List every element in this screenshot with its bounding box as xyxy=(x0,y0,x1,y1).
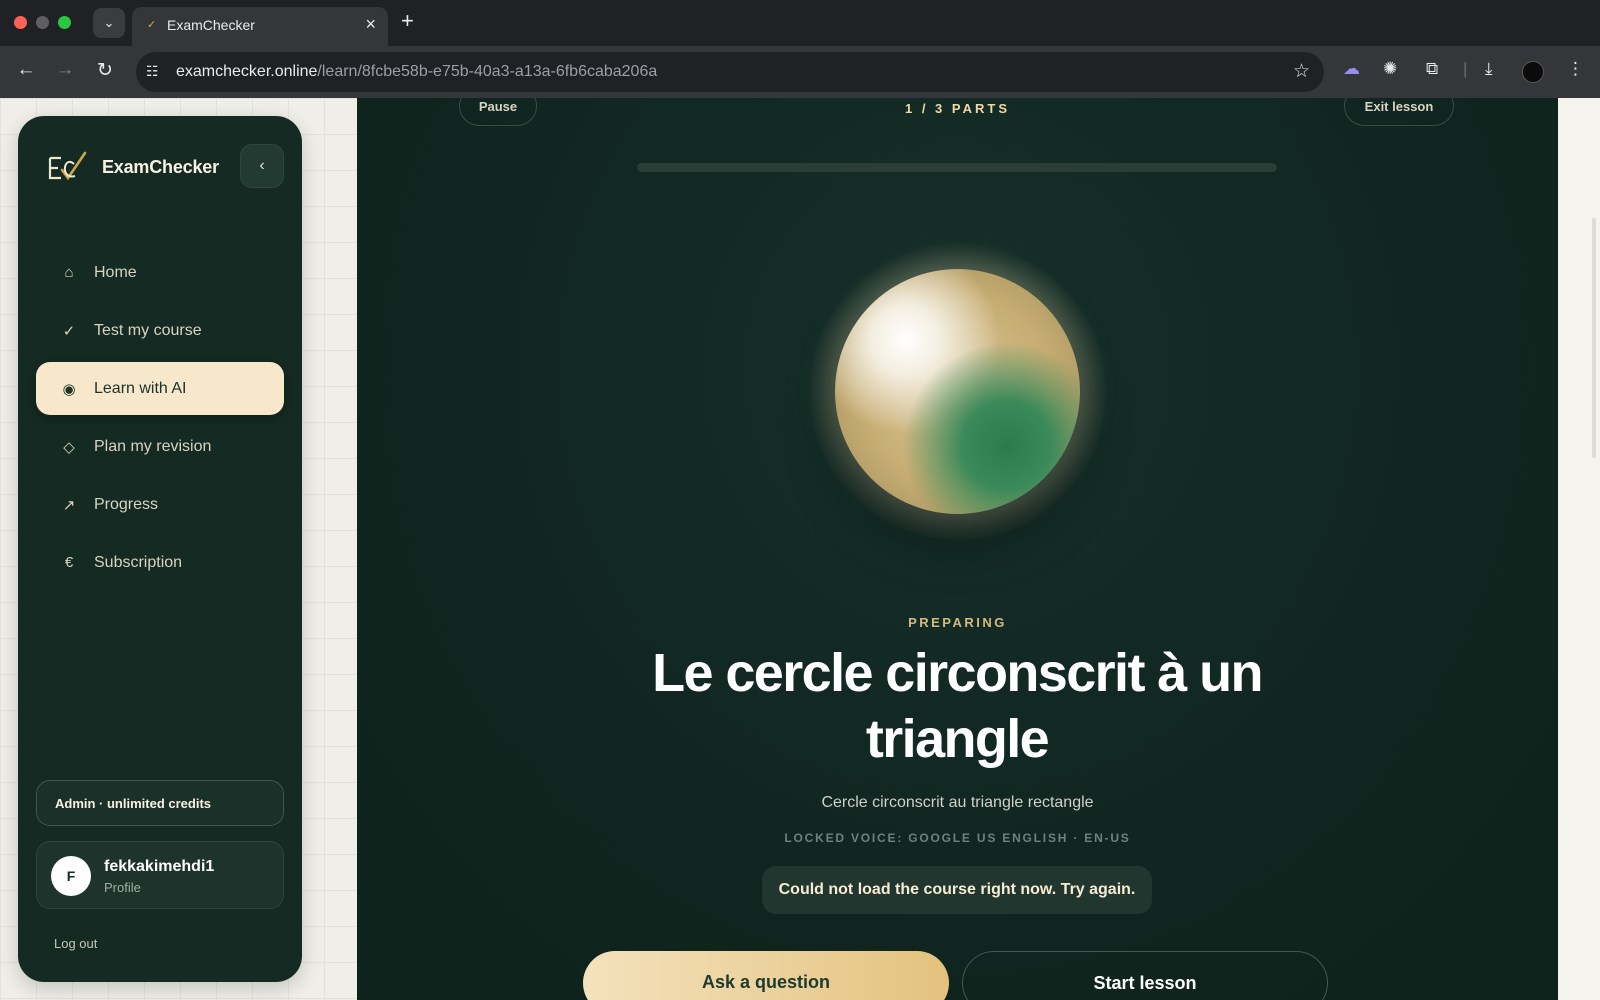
tab-title: ExamChecker xyxy=(167,17,255,33)
tab-search-button[interactable]: ⌄ xyxy=(93,8,125,38)
chevron-down-icon: ⌄ xyxy=(103,15,115,30)
bookmark-star-icon[interactable]: ☆ xyxy=(1293,60,1310,83)
browser-profile-avatar[interactable] xyxy=(1522,61,1544,83)
home-icon: ⌂ xyxy=(64,264,74,281)
sidebar-item-home[interactable]: ⌂ Home xyxy=(36,246,284,299)
brand[interactable]: ExamChecker xyxy=(46,150,219,184)
status-label: PREPARING xyxy=(908,615,1007,630)
favicon-icon: ✓ xyxy=(147,19,157,31)
collapse-sidebar-button[interactable]: ‹ xyxy=(240,144,284,188)
scrollbar-thumb[interactable] xyxy=(1592,218,1596,458)
error-message: Could not load the course right now. Try… xyxy=(762,866,1152,914)
euro-icon: € xyxy=(64,554,74,571)
page-scrollbar[interactable] xyxy=(1558,98,1600,1000)
chevron-left-icon: ‹ xyxy=(259,157,265,174)
sidebar-item-label: Subscription xyxy=(94,553,183,571)
credits-badge: Admin · unlimited credits xyxy=(36,780,284,826)
sidebar-item-progress[interactable]: ↗ Progress xyxy=(36,478,284,531)
voice-label: LOCKED VOICE: GOOGLE US ENGLISH · EN-US xyxy=(784,831,1131,845)
lesson-panel: Pause 1 / 3 PARTS Exit lesson PREPARING … xyxy=(357,98,1558,1000)
maximize-window-button[interactable] xyxy=(58,16,71,29)
browser-menu-icon[interactable]: ⋮ xyxy=(1567,59,1584,79)
sidebar-item-subscription[interactable]: € Subscription xyxy=(36,536,284,589)
profile-name: fekkakimehdi1 xyxy=(104,858,215,875)
exit-lesson-button[interactable]: Exit lesson xyxy=(1344,98,1454,126)
sidebar-nav: ⌂ Home ✓ Test my course ◉ Learn with AI ◇ Plan … xyxy=(36,246,284,594)
ask-question-button[interactable]: Ask a question xyxy=(583,951,949,1000)
sidebar-item-label: Progress xyxy=(94,495,159,513)
trend-arrow-icon: ↗ xyxy=(62,496,76,514)
start-lesson-button[interactable]: Start lesson xyxy=(962,951,1328,1000)
browser-tab[interactable]: ✓ ExamChecker × xyxy=(132,7,388,46)
extension-ai-icon[interactable]: ✺ xyxy=(1383,59,1397,79)
avatar: F xyxy=(51,856,91,896)
url-text[interactable]: examchecker.online/learn/8fcbe58b-e75b-4… xyxy=(176,63,657,81)
profile-subtitle: Profile xyxy=(104,880,141,895)
brand-name: ExamChecker xyxy=(102,156,219,177)
sidebar-item-label: Test my course xyxy=(94,321,202,339)
back-arrow-icon[interactable]: ← xyxy=(14,59,38,81)
lesson-progress-bar xyxy=(637,163,1277,172)
profile-card[interactable]: F fekkakimehdi1 Profile xyxy=(36,841,284,909)
close-window-button[interactable] xyxy=(14,16,27,29)
address-bar[interactable]: ☷ examchecker.online/learn/8fcbe58b-e75b… xyxy=(136,52,1324,92)
lesson-subtitle: Cercle circonscrit au triangle rectangle xyxy=(821,794,1094,811)
browser-toolbar: ← → ↻ ☷ examchecker.online/learn/8fcbe58… xyxy=(0,46,1600,98)
reload-icon[interactable]: ↻ xyxy=(93,59,117,82)
diamond-icon: ◇ xyxy=(63,438,75,456)
toolbar-divider: | xyxy=(1463,59,1468,78)
sidebar-item-learn-with-ai[interactable]: ◉ Learn with AI xyxy=(36,362,284,415)
page-content: ExamChecker ‹ ⌂ Home ✓ Test my course ◉ Learn… xyxy=(0,98,1600,1000)
check-icon: ✓ xyxy=(62,322,76,340)
sidebar: ExamChecker ‹ ⌂ Home ✓ Test my course ◉ Learn… xyxy=(18,116,302,982)
radio-dot-icon: ◉ xyxy=(62,380,76,398)
extensions-puzzle-icon[interactable]: ⧉ xyxy=(1426,59,1438,79)
sidebar-item-test-my-course[interactable]: ✓ Test my course xyxy=(36,304,284,357)
new-tab-button[interactable]: + xyxy=(401,8,414,34)
close-tab-icon[interactable]: × xyxy=(365,14,376,35)
forward-arrow-icon[interactable]: → xyxy=(53,59,77,81)
sidebar-item-label: Learn with AI xyxy=(94,379,187,397)
sidebar-item-label: Home xyxy=(94,263,137,281)
extension-ghost-icon[interactable]: ☁ xyxy=(1343,59,1360,79)
logout-link[interactable]: Log out xyxy=(54,936,97,951)
browser-tab-strip: ⌄ ✓ ExamChecker × + xyxy=(0,0,1600,46)
site-settings-icon[interactable]: ☷ xyxy=(146,63,159,80)
voice-orb xyxy=(835,269,1080,514)
sidebar-item-label: Plan my revision xyxy=(94,437,212,455)
downloads-icon[interactable]: ⤓ xyxy=(1485,59,1493,79)
minimize-window-button[interactable] xyxy=(36,16,49,29)
examchecker-logo-icon xyxy=(48,151,87,181)
lesson-title: Le cercle circonscrit à un triangle xyxy=(652,643,1263,769)
sidebar-item-plan-my-revision[interactable]: ◇ Plan my revision xyxy=(36,420,284,473)
